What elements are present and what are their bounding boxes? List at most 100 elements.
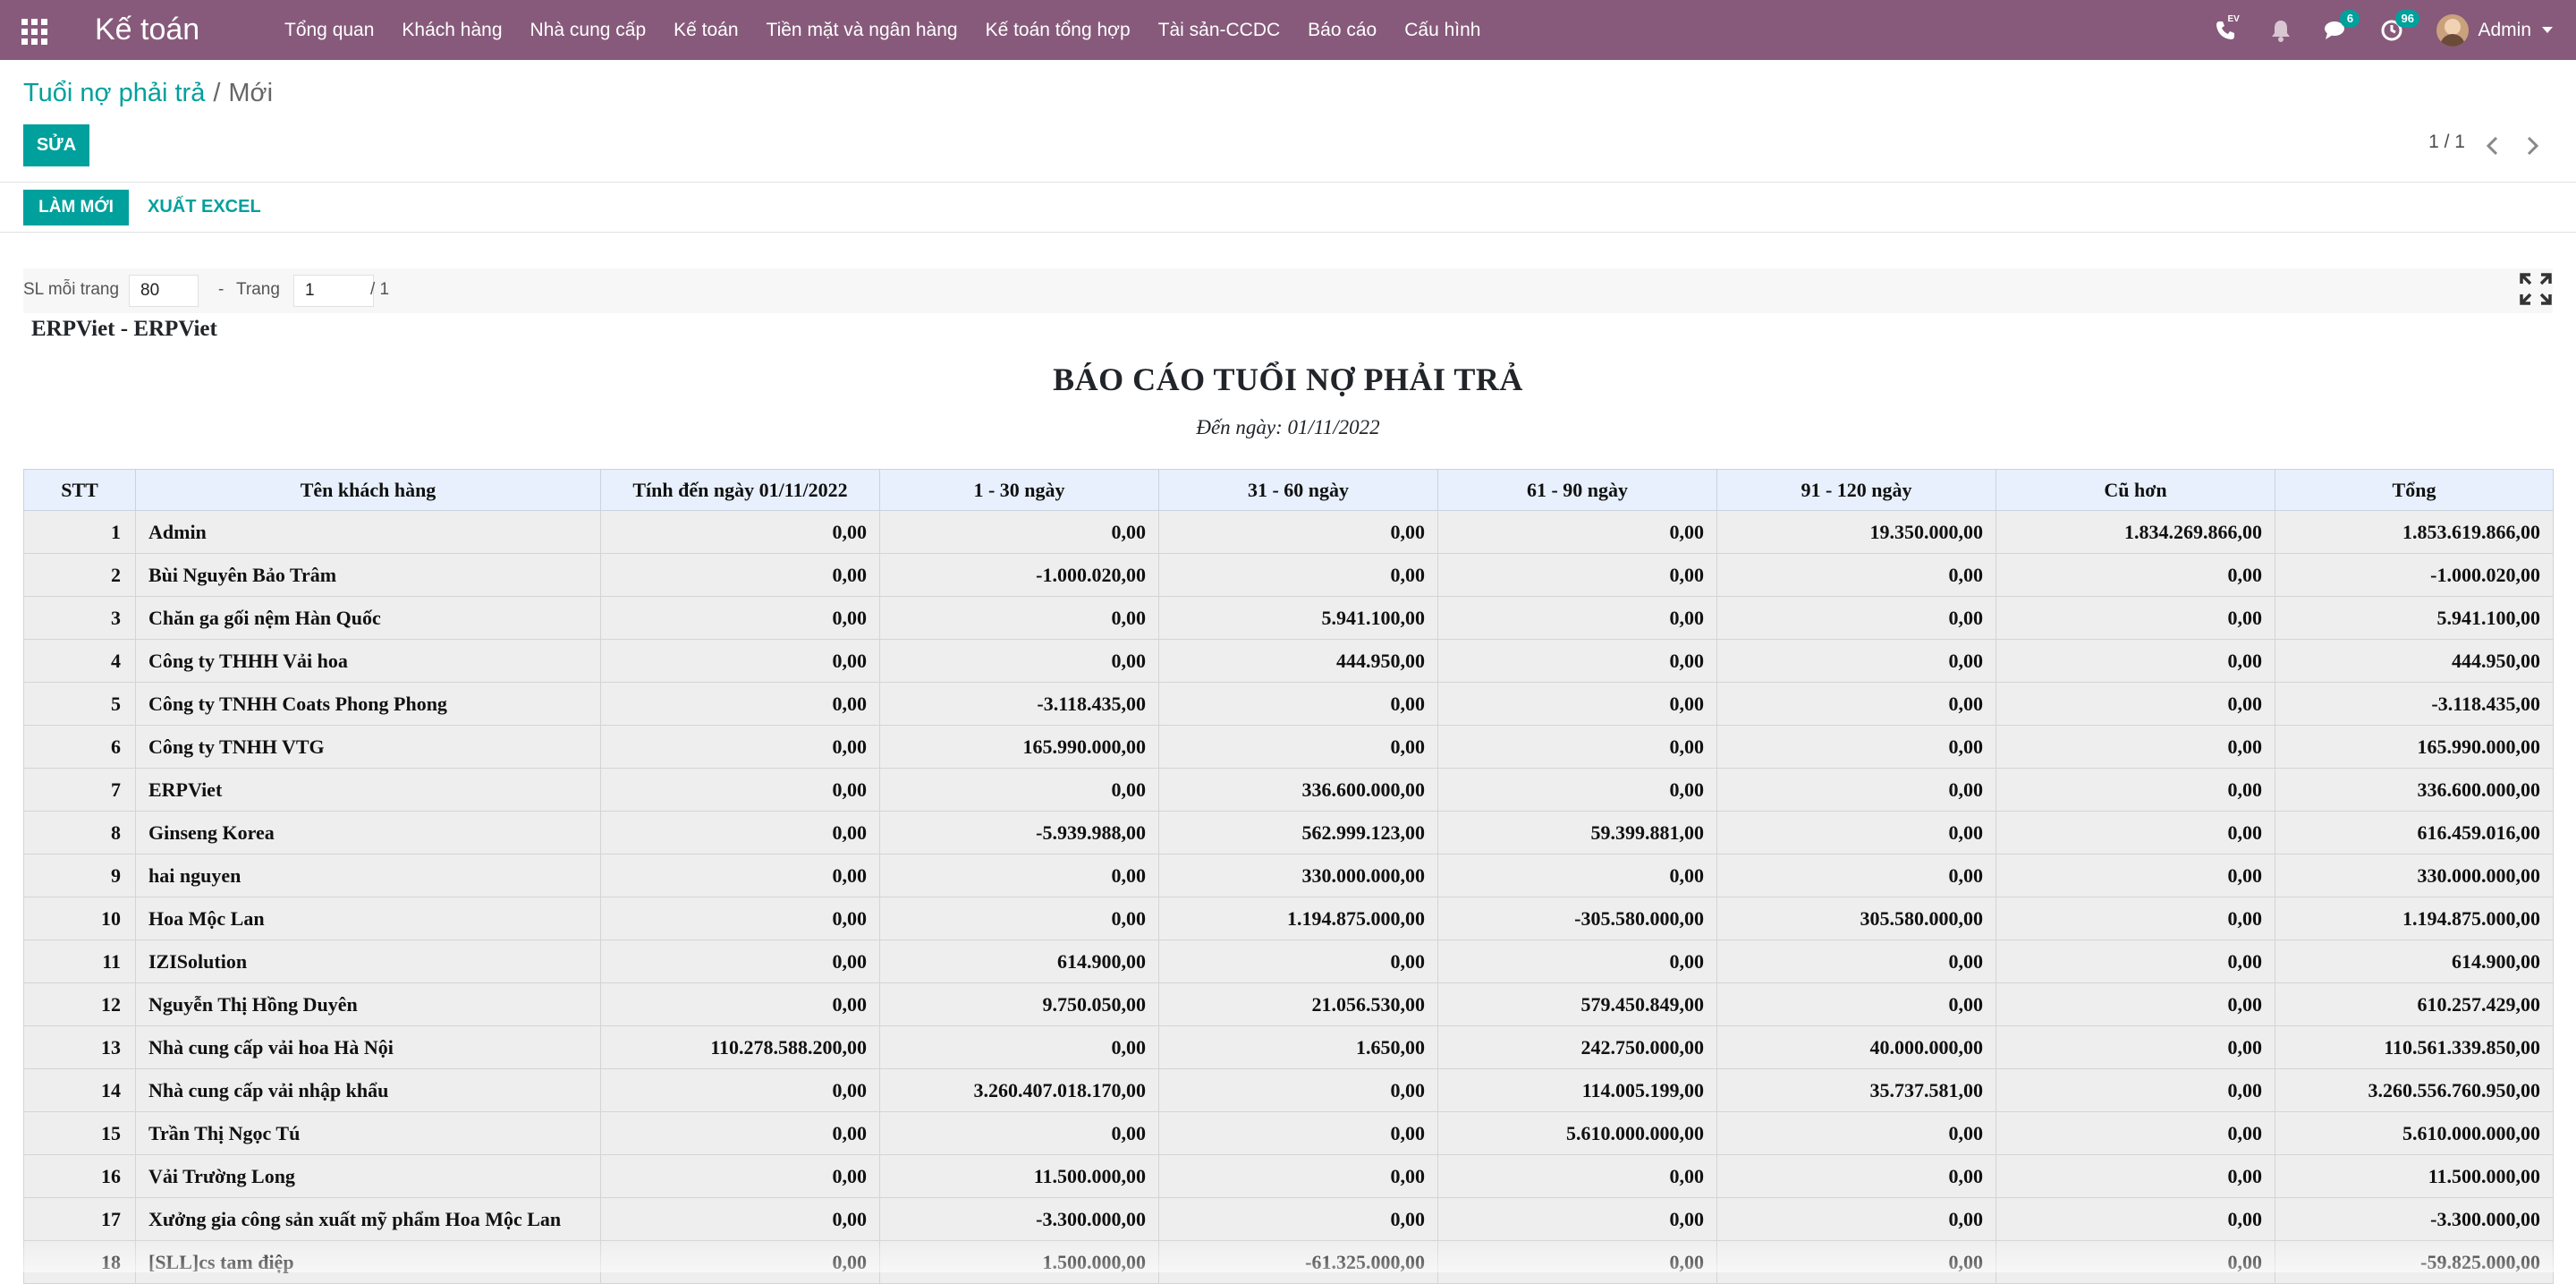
cell-31-60: 330.000.000,00 <box>1158 854 1438 897</box>
table-row[interactable]: 1 Admin 0,00 0,00 0,00 0,00 19.350.000,00 1.834… <box>23 510 2554 554</box>
bell-icon[interactable] <box>2268 18 2293 43</box>
cell-61-90: 0,00 <box>1437 768 1717 812</box>
table-row[interactable]: 15 Trần Thị Ngọc Tú 0,00 0,00 0,00 5.610.000.… <box>23 1111 2554 1155</box>
table-row[interactable]: 12 Nguyễn Thị Hồng Duyên 0,00 9.750.050,00 2… <box>23 982 2554 1026</box>
page-input[interactable] <box>293 275 374 307</box>
table-row[interactable]: 8 Ginseng Korea 0,00 -5.939.988,00 562.999.1… <box>23 811 2554 855</box>
table-row[interactable]: 4 Công ty THHH Vải hoa 0,00 0,00 444.950,00 0… <box>23 639 2554 683</box>
cell-total: 614.900,00 <box>2275 940 2554 983</box>
cell-older: 0,00 <box>1996 553 2275 597</box>
edit-button[interactable]: SỬA <box>23 124 89 166</box>
report-title: BÁO CÁO TUỔI NỢ PHẢI TRẢ <box>1053 361 1523 397</box>
cell-1-30: 0,00 <box>879 1111 1159 1155</box>
cell-current: 0,00 <box>600 553 880 597</box>
cell-current: 0,00 <box>600 1154 880 1198</box>
table-row[interactable]: 14 Nhà cung cấp vải nhập khẩu 0,00 3.260.40… <box>23 1068 2554 1112</box>
chevron-left-icon[interactable] <box>2483 134 2503 157</box>
apps-menu-icon[interactable] <box>21 17 48 45</box>
cell-older: 0,00 <box>1996 897 2275 940</box>
table-row[interactable]: 5 Công ty TNHH Coats Phong Phong 0,00 -3.11… <box>23 682 2554 726</box>
menu-item-accounting[interactable]: Kế toán <box>674 20 738 41</box>
cell-current: 0,00 <box>600 1240 880 1284</box>
col-header-older: Cũ hơn <box>1996 469 2275 511</box>
table-row[interactable]: 9 hai nguyen 0,00 0,00 330.000.000,00 0,00 0,0… <box>23 854 2554 897</box>
breadcrumb-separator: / <box>213 79 221 107</box>
refresh-button[interactable]: LÀM MỚI <box>23 190 129 225</box>
table-row[interactable]: 6 Công ty TNHH VTG 0,00 165.990.000,00 0,00 0… <box>23 725 2554 769</box>
user-name[interactable]: Admin <box>2478 20 2531 41</box>
cell-31-60: 0,00 <box>1158 1197 1438 1241</box>
table-row[interactable]: 18 [SLL]cs tam điệp 0,00 1.500.000,00 -61.32… <box>23 1240 2554 1284</box>
cell-stt: 11 <box>23 940 136 983</box>
cell-total: 444.950,00 <box>2275 639 2554 683</box>
table-row[interactable]: 2 Bùi Nguyên Bảo Trâm 0,00 -1.000.020,00 0,0… <box>23 553 2554 597</box>
cell-1-30: 1.500.000,00 <box>879 1240 1159 1284</box>
table-row[interactable]: 11 IZISolution 0,00 614.900,00 0,00 0,00 0,00 0… <box>23 940 2554 983</box>
cell-1-30: 9.750.050,00 <box>879 982 1159 1026</box>
per-page-input[interactable] <box>129 275 199 307</box>
table-row[interactable]: 16 Vải Trường Long 0,00 11.500.000,00 0,00 0,… <box>23 1154 2554 1198</box>
cell-total: 165.990.000,00 <box>2275 725 2554 769</box>
cell-total: -59.825.000,00 <box>2275 1240 2554 1284</box>
cell-older: 0,00 <box>1996 982 2275 1026</box>
cell-1-30: 3.260.407.018.170,00 <box>879 1068 1159 1112</box>
cell-91-120: 0,00 <box>1716 725 1996 769</box>
cell-total: 1.853.619.866,00 <box>2275 510 2554 554</box>
cell-stt: 2 <box>23 553 136 597</box>
menu-item-customers[interactable]: Khách hàng <box>402 20 502 41</box>
chevron-right-icon[interactable] <box>2522 134 2542 157</box>
cell-91-120: 0,00 <box>1716 639 1996 683</box>
cell-total: -3.300.000,00 <box>2275 1197 2554 1241</box>
menu-item-overview[interactable]: Tổng quan <box>284 20 374 41</box>
cell-31-60: -61.325.000,00 <box>1158 1240 1438 1284</box>
table-row[interactable]: 3 Chăn ga gối nệm Hàn Quốc 0,00 0,00 5.941.1… <box>23 596 2554 640</box>
fullscreen-icon[interactable] <box>2519 272 2553 306</box>
cell-61-90: 59.399.881,00 <box>1437 811 1717 855</box>
phone-icon[interactable]: EV <box>2213 14 2240 43</box>
table-row[interactable]: 17 Xưởng gia công sản xuất mỹ phẩm Hoa Mộ… <box>23 1197 2554 1241</box>
user-avatar[interactable] <box>2436 13 2470 47</box>
col-header-current: Tính đến ngày 01/11/2022 <box>600 469 880 511</box>
export-excel-button[interactable]: XUẤT EXCEL <box>148 197 261 217</box>
cell-stt: 12 <box>23 982 136 1026</box>
cell-older: 0,00 <box>1996 1154 2275 1198</box>
menu-item-cash-bank[interactable]: Tiền mặt và ngân hàng <box>767 20 958 41</box>
menu-item-configuration[interactable]: Cấu hình <box>1404 20 1480 41</box>
menu-item-reports[interactable]: Báo cáo <box>1308 20 1377 41</box>
cell-current: 0,00 <box>600 897 880 940</box>
cell-older: 0,00 <box>1996 1240 2275 1284</box>
cell-91-120: 0,00 <box>1716 1111 1996 1155</box>
cell-61-90: 0,00 <box>1437 553 1717 597</box>
chat-icon[interactable]: 6 <box>2324 9 2360 43</box>
cell-total: 616.459.016,00 <box>2275 811 2554 855</box>
app-brand[interactable]: Kế toán <box>95 8 199 51</box>
cell-1-30: -5.939.988,00 <box>879 811 1159 855</box>
cell-31-60: 21.056.530,00 <box>1158 982 1438 1026</box>
cell-61-90: 0,00 <box>1437 940 1717 983</box>
cell-name: Nguyễn Thị Hồng Duyên <box>135 982 601 1026</box>
cell-31-60: 0,00 <box>1158 1111 1438 1155</box>
activity-clock-icon[interactable]: 96 <box>2379 9 2419 43</box>
report-subtitle: Đến ngày: 01/11/2022 <box>1196 416 1380 438</box>
cell-older: 0,00 <box>1996 1111 2275 1155</box>
main-menu: Tổng quan Khách hàng Nhà cung cấp Kế toá… <box>284 0 1508 60</box>
menu-item-vendors[interactable]: Nhà cung cấp <box>530 20 647 41</box>
cell-1-30: 0,00 <box>879 510 1159 554</box>
cell-name: Bùi Nguyên Bảo Trâm <box>135 553 601 597</box>
menu-item-general-accounting[interactable]: Kế toán tổng hợp <box>986 20 1131 41</box>
cell-older: 1.834.269.866,00 <box>1996 510 2275 554</box>
chevron-down-icon[interactable] <box>2542 27 2553 33</box>
table-row[interactable]: 7 ERPViet 0,00 0,00 336.600.000,00 0,00 0,00 0,… <box>23 768 2554 812</box>
cell-31-60: 0,00 <box>1158 1154 1438 1198</box>
breadcrumb-parent[interactable]: Tuổi nợ phải trả <box>23 79 205 107</box>
cell-total: 3.260.556.760.950,00 <box>2275 1068 2554 1112</box>
cell-current: 0,00 <box>600 940 880 983</box>
table-row[interactable]: 13 Nhà cung cấp vải hoa Hà Nội 110.278.588… <box>23 1025 2554 1069</box>
cell-31-60: 444.950,00 <box>1158 639 1438 683</box>
menu-item-assets[interactable]: Tài sản-CCDC <box>1158 20 1281 41</box>
table-row[interactable]: 10 Hoa Mộc Lan 0,00 0,00 1.194.875.000,00 -30… <box>23 897 2554 940</box>
cell-61-90: 0,00 <box>1437 1240 1717 1284</box>
pager-value[interactable]: 1 / 1 <box>2428 132 2465 153</box>
cell-31-60: 0,00 <box>1158 725 1438 769</box>
cell-stt: 4 <box>23 639 136 683</box>
